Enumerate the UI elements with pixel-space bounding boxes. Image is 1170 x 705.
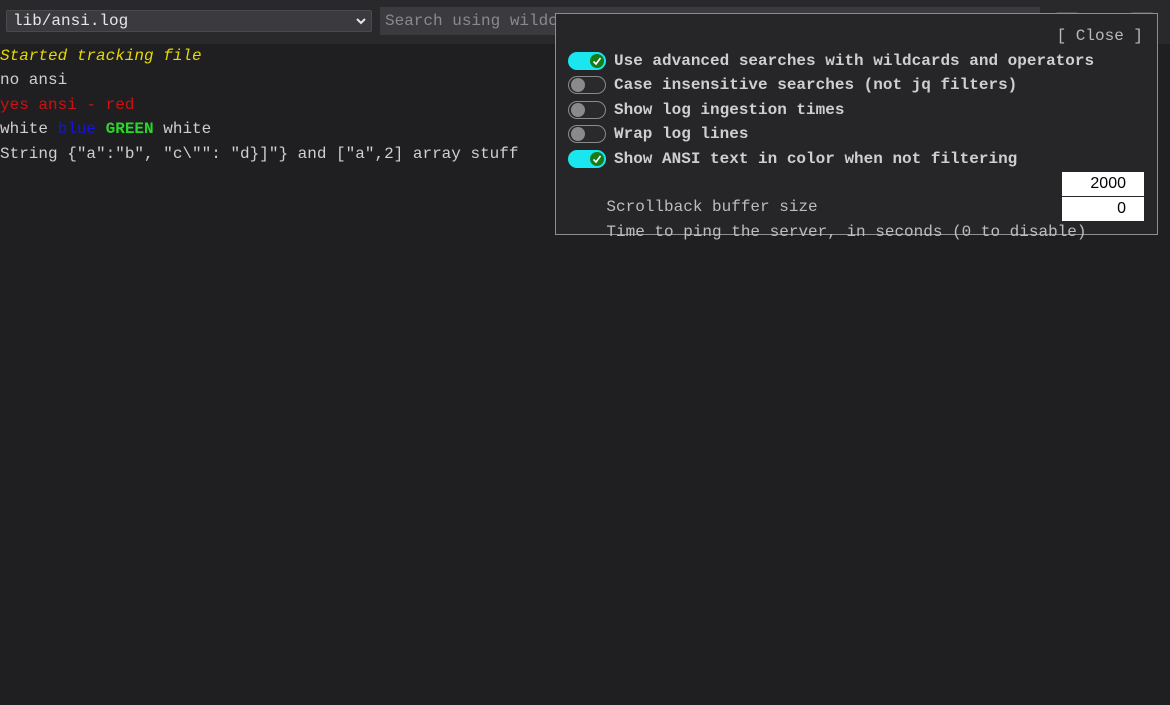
log-text-segment: white [0,120,58,139]
log-text-segment: GREEN [105,120,154,139]
toggle-knob [571,102,585,117]
toggle-knob [571,127,585,142]
toggle-switch[interactable] [568,76,606,95]
chevron-down-icon [356,18,366,25]
log-text-segment: white [153,120,212,139]
option-label: Use advanced searches with wildcards and… [614,52,1095,70]
settings-panel: [ Close ] Use advanced searches with wil… [555,13,1158,241]
toggle-switch[interactable] [568,52,606,70]
option-label: Show ANSI text in color when not filteri… [614,149,1018,168]
ping-row: Time to ping the server, in seconds (0 t… [568,196,1086,268]
log-text-segment: Started tracking file [0,47,202,65]
log-line: String {"a":"b", "c\"": "d}]"} and ["a",… [0,142,518,166]
toggle-knob [590,151,604,166]
option-label: Show log ingestion times [614,100,845,119]
option-label: Wrap log lines [614,125,749,144]
ping-input[interactable] [1062,197,1144,221]
log-line: white blue GREEN white [0,117,518,141]
toggle-switch[interactable] [568,125,606,144]
ping-label: Time to ping the server, in seconds (0 t… [606,223,1087,241]
log-line: yes ansi - red [0,93,518,117]
check-icon [592,57,602,66]
close-button[interactable]: [ Close ] [1057,27,1143,45]
toggle-knob [590,54,604,68]
toggle-knob [571,78,585,93]
scrollback-input[interactable] [1062,172,1144,196]
log-text-segment: yes ansi - red [0,95,135,114]
log-text-segment: String {"a":"b", "c\"": "d}]"} and ["a",… [0,144,519,163]
log-text-segment: blue [57,120,97,139]
log-line: no ansi [0,68,518,92]
log-line: Started tracking file [0,44,518,68]
toggle-switch[interactable] [568,149,606,168]
log-text-segment [96,120,106,138]
option-label: Case insensitive searches (not jq filter… [614,76,1018,95]
file-select[interactable]: lib/ansi.log [6,10,372,32]
log-text-segment: no ansi [0,71,68,90]
check-icon [592,155,602,163]
file-select-value: lib/ansi.log [13,12,129,30]
toggle-switch[interactable] [568,100,606,119]
log-view: Started tracking file no ansi yes ansi - r… [0,44,518,166]
